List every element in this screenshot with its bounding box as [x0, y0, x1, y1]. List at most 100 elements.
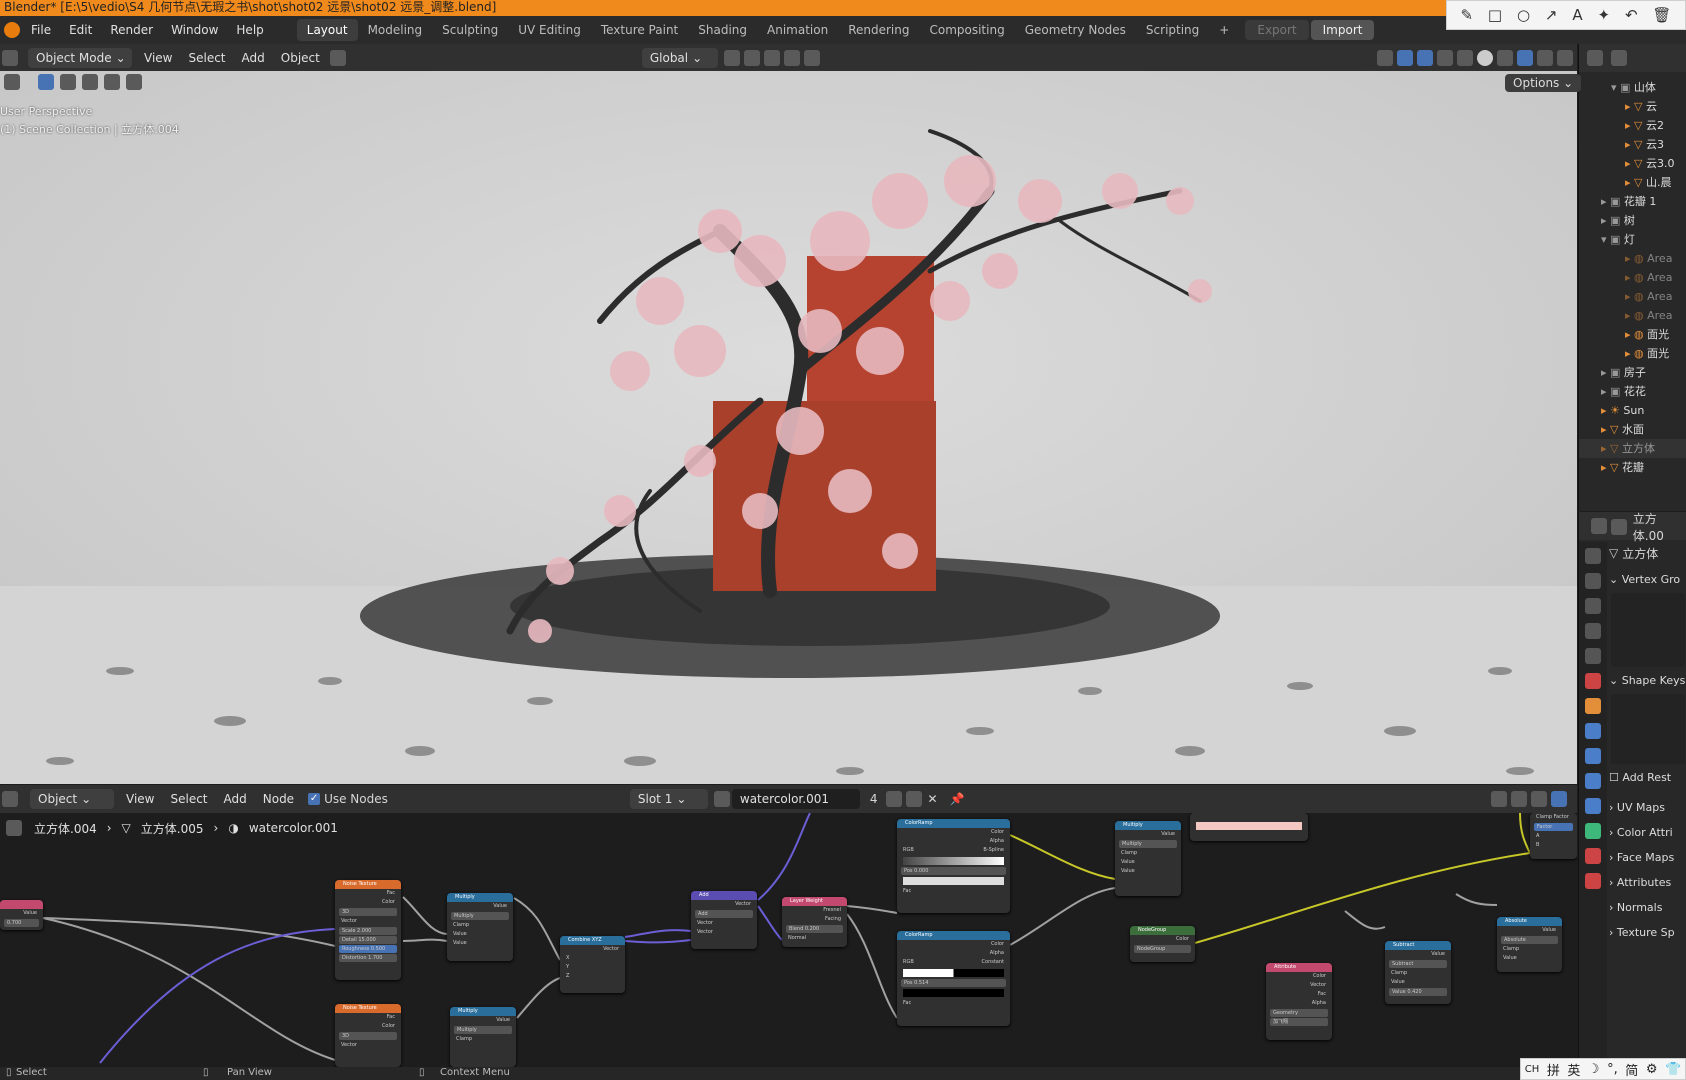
snap-mode-icon[interactable] [1531, 791, 1547, 807]
node-value[interactable]: Value 0.700 [0, 900, 43, 930]
menu-help[interactable]: Help [227, 23, 272, 37]
properties-type-icon[interactable] [1591, 518, 1607, 534]
outliner-row[interactable]: ▸ ▣ 花瓣 1 [1579, 192, 1686, 211]
shader-type-dropdown[interactable]: Object ⌄ [30, 789, 114, 809]
color-swatch-pink[interactable] [1196, 822, 1302, 830]
ime-lang[interactable]: CH [1525, 1064, 1540, 1075]
blender-logo-icon[interactable] [4, 22, 20, 38]
select-invert-icon[interactable] [104, 74, 120, 90]
import-button[interactable]: Import [1310, 20, 1375, 40]
node-menu-select[interactable]: Select [162, 792, 215, 806]
outliner-row[interactable]: ▸ ◍ Area [1579, 268, 1686, 287]
outliner-row[interactable]: ▸ ◍ Area [1579, 249, 1686, 268]
select-extend-icon[interactable] [60, 74, 76, 90]
material-tab-icon[interactable] [1585, 848, 1601, 864]
modifier-tab-icon[interactable] [1585, 723, 1601, 739]
outliner-row[interactable]: ▸ ▣ 树 [1579, 211, 1686, 230]
select-subtract-icon[interactable] [82, 74, 98, 90]
node-color-ramp-1[interactable]: ColorRamp Color Alpha RGB B-Spline Pos 0.… [897, 819, 1010, 913]
outliner-type-icon[interactable] [1587, 50, 1603, 66]
gizmo-toggle-icon[interactable] [1397, 49, 1413, 66]
material-browse-icon[interactable] [713, 791, 730, 807]
node-vector-add[interactable]: Add Vector Add Vector Vector [691, 891, 757, 949]
outliner-row[interactable]: ▸ ◍ 面光 [1579, 325, 1686, 344]
physics-tab-icon[interactable] [1585, 773, 1601, 789]
delete-icon[interactable]: 🗑 [1652, 6, 1671, 24]
falloff-icon[interactable] [803, 49, 820, 66]
overlay-toggle-icon[interactable] [1551, 791, 1567, 807]
constraints-tab-icon[interactable] [1585, 798, 1601, 814]
particles-tab-icon[interactable] [1585, 748, 1601, 764]
shading-solid-icon[interactable] [1477, 49, 1493, 66]
shading-wireframe-icon[interactable] [1457, 49, 1473, 66]
editor-type-icon[interactable] [2, 791, 18, 807]
render-region-icon[interactable] [1557, 49, 1573, 66]
menu-window[interactable]: Window [162, 23, 227, 37]
transform-orientation-dropdown[interactable]: Global ⌄ [641, 47, 718, 68]
node-mix-rgb[interactable]: Clamp Factor Factor A B [1530, 813, 1577, 859]
panel-color-attributes[interactable]: › Color Attri [1609, 820, 1686, 845]
select-intersect-icon[interactable] [126, 74, 142, 90]
shape-keys-list[interactable] [1611, 694, 1685, 764]
node-noise-texture-2[interactable]: Noise Texture Fac Color 3D Vector [335, 1004, 401, 1067]
duplicate-material-icon[interactable] [905, 791, 922, 807]
breadcrumb-material[interactable]: watercolor.001 [249, 821, 338, 835]
node-group[interactable]: NodeGroup Color NodeGroup [1130, 926, 1195, 962]
node-multiply-3[interactable]: Multiply Value Multiply Clamp Value Valu… [1115, 821, 1181, 896]
display-mode-icon[interactable] [1611, 50, 1627, 66]
outliner-row[interactable]: ▸ ▽ 云3 [1579, 135, 1686, 154]
view-layer-tab-icon[interactable] [1585, 623, 1601, 639]
select-box-icon[interactable] [38, 74, 54, 90]
fake-user-icon[interactable] [885, 791, 902, 807]
gradient-bar[interactable] [903, 857, 1004, 865]
panel-attributes[interactable]: › Attributes [1609, 870, 1686, 895]
menu-render[interactable]: Render [101, 23, 162, 37]
scene-tab-icon[interactable] [1585, 648, 1601, 664]
tab-rendering[interactable]: Rendering [838, 19, 919, 41]
outliner-row[interactable]: ▸ ▽ 云 [1579, 97, 1686, 116]
node-color-input[interactable] [1190, 813, 1308, 841]
output-tab-icon[interactable] [1585, 598, 1601, 614]
node-editor-canvas[interactable]: Value 0.700 Noise Texture Fac Color 3D V… [0, 813, 1577, 1067]
tab-geometry-nodes[interactable]: Geometry Nodes [1015, 19, 1136, 41]
outliner-row-selected[interactable]: ▸ ▽ 立方体 [1579, 439, 1686, 458]
object-mode-dropdown[interactable]: Object Mode ⌄ [28, 47, 132, 68]
node-noise-texture-1[interactable]: Noise Texture Fac Color 3D Vector Scale … [335, 880, 401, 980]
panel-face-maps[interactable]: › Face Maps [1609, 845, 1686, 870]
arrow-icon[interactable]: ↗ [1545, 6, 1558, 24]
snap-icon[interactable] [743, 49, 760, 66]
outliner-row[interactable]: ▸ ▽ 花瓣 [1579, 458, 1686, 477]
outliner-row[interactable]: ▸ ▽ 山.晨 [1579, 173, 1686, 192]
proportional-edit-icon[interactable] [783, 49, 800, 66]
panel-texture-space[interactable]: › Texture Sp [1609, 920, 1686, 945]
node-multiply-1[interactable]: Multiply Value Multiply Clamp Value Valu… [447, 893, 513, 961]
outliner-row[interactable]: ▸ ◍ Area [1579, 287, 1686, 306]
ime-pinyin[interactable]: 拼 [1547, 1060, 1560, 1079]
ime-english[interactable]: 英 [1567, 1060, 1580, 1079]
panel-vertex-groups[interactable]: ⌄ Vertex Gro [1609, 570, 1686, 589]
color-swatch[interactable] [903, 877, 1004, 885]
circle-icon[interactable]: ○ [1517, 6, 1530, 24]
tab-sculpting[interactable]: Sculpting [432, 19, 508, 41]
node-subtract[interactable]: Subtract Value Subtract Clamp Value Valu… [1385, 941, 1451, 1004]
editor-type-icon[interactable] [2, 49, 18, 66]
pencil-icon[interactable]: ✎ [1460, 6, 1473, 24]
outliner-row[interactable]: ▸ ☀ Sun [1579, 401, 1686, 420]
node-layer-weight[interactable]: Layer Weight Fresnel Facing Blend 0.200 … [782, 897, 847, 947]
add-rest-checkbox[interactable]: ☐ Add Rest [1609, 768, 1686, 787]
xray-icon[interactable] [1437, 49, 1453, 66]
text-icon[interactable]: A [1572, 6, 1582, 24]
tool-tab-icon[interactable] [1585, 548, 1601, 564]
data-tab-icon[interactable] [1585, 823, 1601, 839]
menu-file[interactable]: File [22, 23, 60, 37]
tool-toggle-icon[interactable] [4, 74, 20, 90]
outliner-row[interactable]: ▸ ▽ 云3.0 [1579, 154, 1686, 173]
node-menu-view[interactable]: View [118, 792, 162, 806]
object-name[interactable]: 立方体.00 [1633, 512, 1686, 544]
snap-dropdown-icon[interactable] [329, 49, 346, 66]
export-button[interactable]: Export [1245, 20, 1309, 40]
outliner-row[interactable]: ▸ ▽ 云2 [1579, 116, 1686, 135]
ime-skin-icon[interactable]: 👕 [1665, 1062, 1681, 1077]
breadcrumb-mesh[interactable]: 立方体.005 [141, 820, 204, 837]
tab-animation[interactable]: Animation [757, 19, 838, 41]
